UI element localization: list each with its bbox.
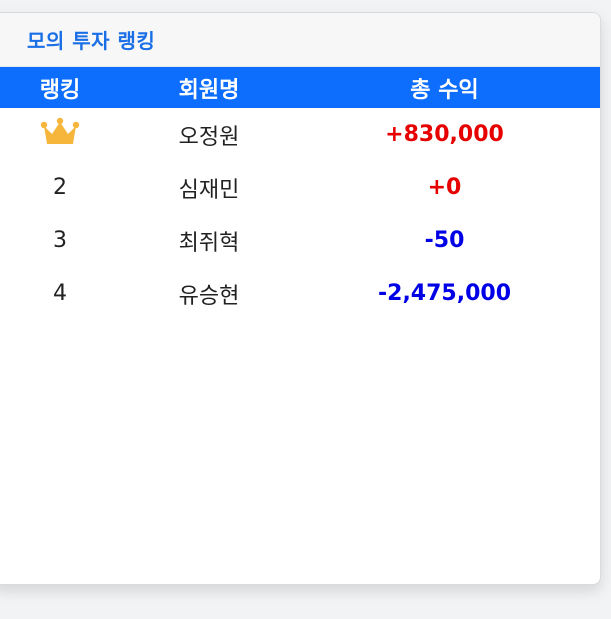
table-row: 4 유승현 -2,475,000	[0, 267, 600, 320]
panel-header: 모의 투자 랭킹	[0, 13, 600, 67]
total-profit-cell: -50	[424, 228, 465, 253]
table-row: 2 심재민 +0	[0, 161, 600, 214]
column-header-rank: 랭킹	[39, 77, 81, 103]
column-header-member-name: 회원명	[178, 77, 240, 103]
member-name-cell: 심재민	[178, 177, 240, 203]
total-profit-cell: +0	[427, 175, 462, 200]
total-profit-cell: -2,475,000	[378, 281, 511, 306]
member-name-cell: 최쥐혁	[178, 230, 240, 256]
table-row: 오정원 +830,000	[0, 108, 600, 161]
ranking-table: 랭킹 회원명 총 수익 오정원 +830,000 2 심재민 +0 3 최쥐혁 …	[0, 67, 600, 320]
table-header: 랭킹 회원명 총 수익	[0, 67, 600, 108]
rank-cell: 2	[53, 175, 67, 200]
rank-cell: 3	[53, 228, 67, 253]
total-profit-cell: +830,000	[385, 122, 504, 147]
ranking-panel: 모의 투자 랭킹 랭킹 회원명 총 수익 오정원 +830,000 2 심재민 …	[0, 12, 601, 585]
table-row: 3 최쥐혁 -50	[0, 214, 600, 267]
rank-cell: 4	[53, 281, 67, 306]
column-header-total-profit: 총 수익	[410, 77, 479, 103]
panel-title: 모의 투자 랭킹	[27, 29, 156, 53]
crown-icon	[40, 116, 80, 154]
member-name-cell: 오정원	[178, 124, 240, 150]
member-name-cell: 유승현	[178, 283, 240, 309]
rank-cell	[0, 108, 129, 161]
